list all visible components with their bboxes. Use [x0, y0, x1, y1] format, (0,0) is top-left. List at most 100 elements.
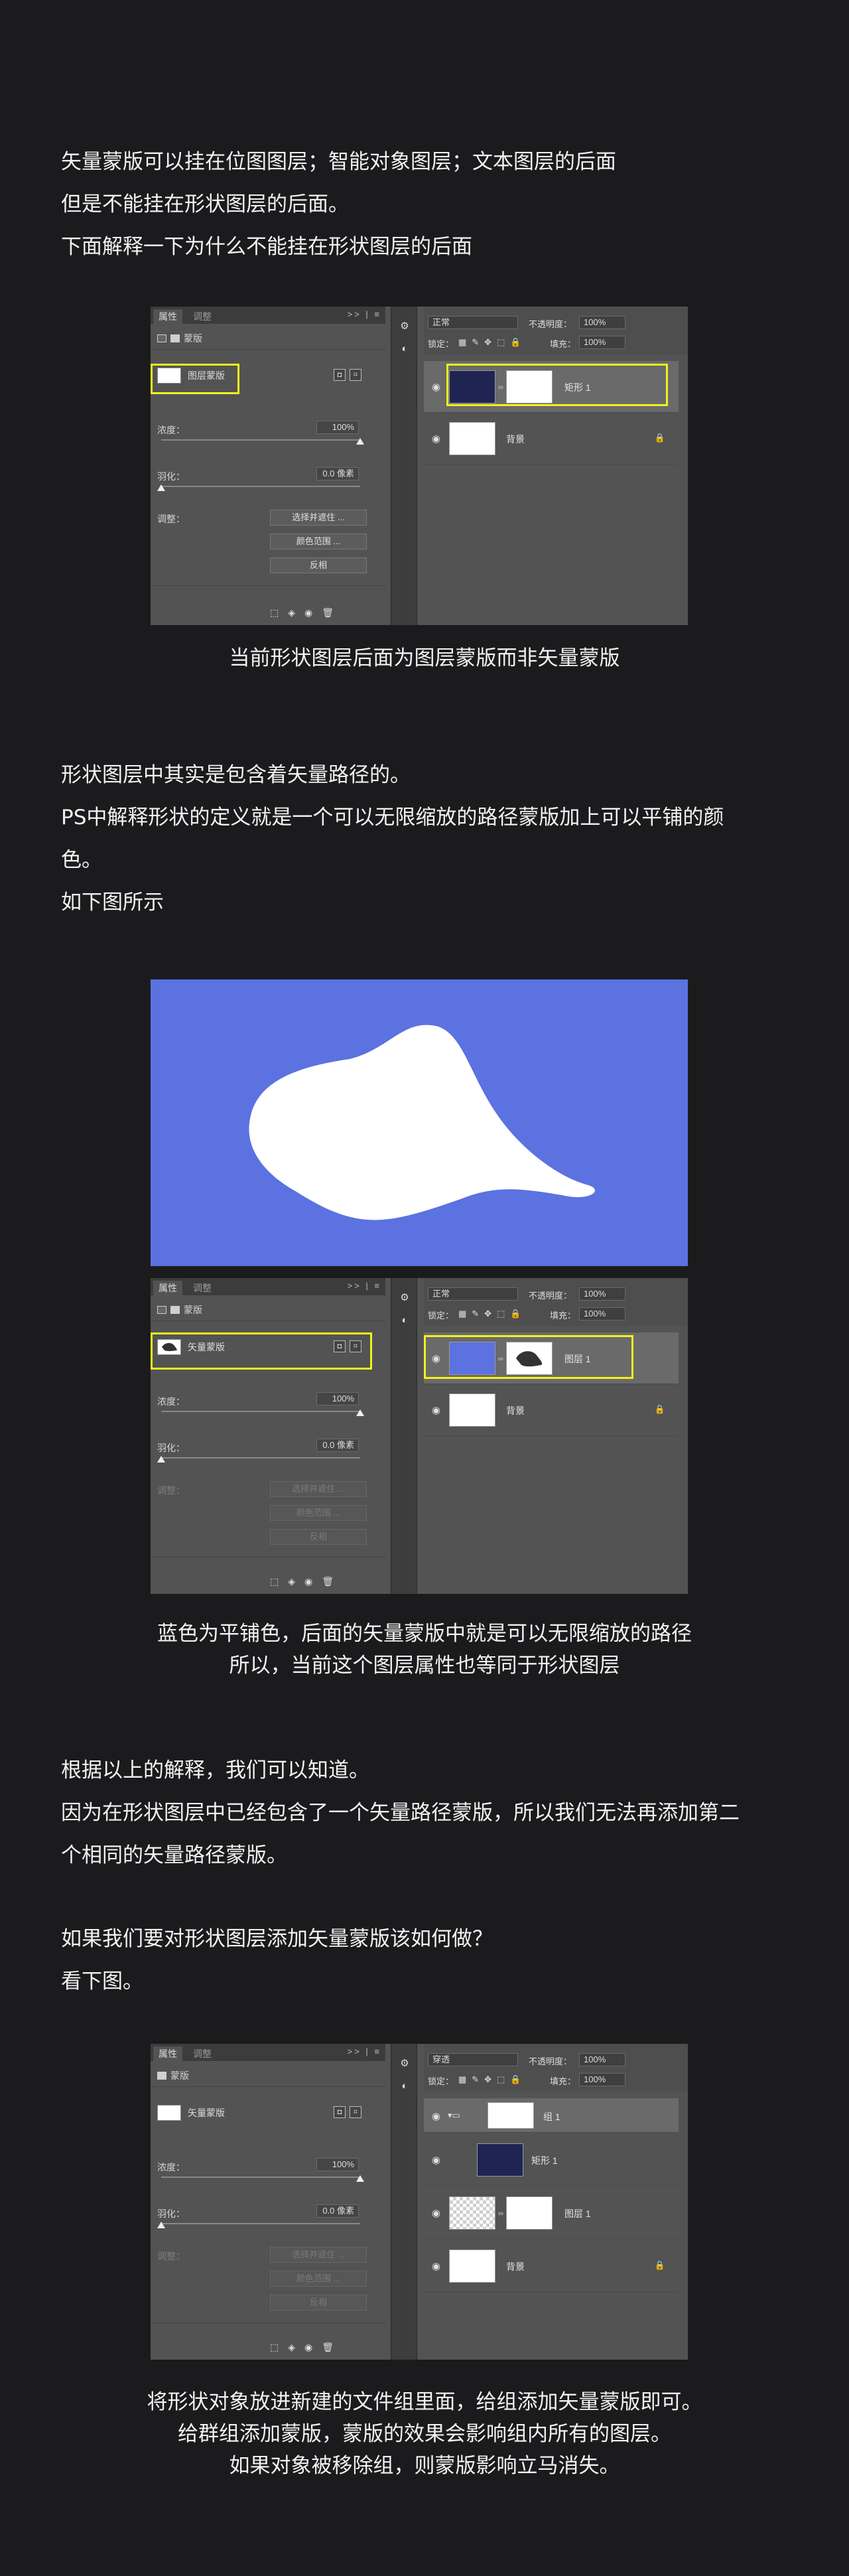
highlight-box	[424, 1335, 633, 1379]
density-slider-knob[interactable]	[356, 438, 364, 445]
link-icon[interactable]: ∞	[498, 2210, 503, 2218]
eye-icon[interactable]: ◉	[432, 2260, 440, 2272]
load-selection-icon[interactable]: ⬚	[270, 607, 279, 618]
tab-properties[interactable]: 属性	[153, 309, 182, 324]
feather-input[interactable]: 0.0 像素	[316, 1439, 359, 1452]
opacity-input[interactable]: 100%	[579, 2053, 625, 2066]
lock-label: 锁定：	[428, 2076, 454, 2086]
lock-icons[interactable]: ▦✎✥⬚🔒	[458, 337, 527, 348]
vector-mask-thumbnail[interactable]	[506, 2196, 553, 2230]
select-and-mask-button[interactable]: 选择并遮住 ...	[270, 510, 367, 526]
load-selection-icon[interactable]: ⬚	[270, 1576, 279, 1587]
eye-icon[interactable]: ◉	[432, 433, 440, 445]
feather-slider-knob[interactable]	[157, 1456, 165, 1463]
layer-row-background[interactable]: ◉ 背景 🔒	[424, 1384, 679, 1436]
eye-icon[interactable]: ◉	[432, 2154, 440, 2166]
caption-line: 蓝色为平铺色，后面的矢量蒙版中就是可以无限缩放的路径	[157, 1622, 692, 1646]
tab-adjustments[interactable]: 调整	[188, 309, 217, 324]
feather-input[interactable]: 0.0 像素	[316, 2204, 359, 2218]
density-input[interactable]: 100%	[316, 1392, 359, 1405]
feather-slider-knob[interactable]	[157, 484, 165, 491]
feather-slider[interactable]	[161, 1457, 360, 1459]
caption-line: 如果对象被移除组，则蒙版影响立马消失。	[229, 2454, 620, 2478]
layer-row-shape[interactable]: ◉ 矩形 1	[424, 2134, 679, 2186]
delete-icon[interactable]: 🗑	[322, 607, 334, 618]
eye-icon[interactable]: ◉	[432, 2110, 440, 2122]
panel-menu-icon[interactable]: >> | ≡	[348, 1281, 381, 1291]
invert-button[interactable]: 反相	[270, 557, 367, 573]
layer-row-background[interactable]: ◉ 背景 🔒	[424, 413, 679, 465]
add-pixel-mask-icon[interactable]: ◘	[334, 2106, 346, 2118]
color-range-button[interactable]: 颜色范围 ...	[270, 534, 367, 549]
eye-icon[interactable]: ◉	[432, 1404, 440, 1416]
visibility-icon[interactable]: ◉	[304, 1576, 312, 1587]
density-input[interactable]: 100%	[316, 2158, 359, 2171]
feather-slider[interactable]	[161, 2223, 360, 2224]
density-slider-knob[interactable]	[356, 2175, 364, 2182]
tab-properties[interactable]: 属性	[153, 2046, 182, 2061]
opacity-input[interactable]: 100%	[579, 316, 625, 329]
adjustments-dock-icon[interactable]: ◐	[397, 1313, 413, 1328]
density-input[interactable]: 100%	[316, 421, 359, 434]
group-vector-mask-thumbnail[interactable]	[488, 2102, 534, 2129]
panel-menu-icon[interactable]: >> | ≡	[348, 309, 381, 319]
properties-dock-icon[interactable]: ⚙	[397, 1290, 413, 1306]
tab-adjustments[interactable]: 调整	[188, 1281, 217, 1295]
blend-mode-select[interactable]: 正常	[428, 316, 518, 329]
lock-icons[interactable]: ▦✎✥⬚🔒	[458, 1309, 527, 1319]
blend-mode-select[interactable]: 穿透	[428, 2053, 518, 2066]
lock-icon: 🔒	[654, 1404, 665, 1414]
fill-input[interactable]: 100%	[579, 1307, 625, 1321]
fill-label: 填充：	[550, 2076, 576, 2086]
blend-mode-select[interactable]: 正常	[428, 1287, 518, 1301]
transparent-thumbnail	[449, 2196, 495, 2230]
lock-icons[interactable]: ▦✎✥⬚🔒	[458, 2074, 527, 2085]
adjustments-dock-icon[interactable]: ◐	[397, 2078, 413, 2094]
vector-mask-icon[interactable]	[157, 2072, 166, 2080]
intro-text: 矢量蒙版可以挂在位图图层；智能对象图层；文本图层的后面 但是不能挂在形状图层的后…	[61, 141, 791, 268]
fill-input[interactable]: 100%	[579, 336, 625, 349]
delete-icon[interactable]: 🗑	[322, 2342, 334, 2353]
lock-label: 锁定：	[428, 339, 454, 349]
eye-icon[interactable]: ◉	[432, 381, 440, 393]
visibility-icon[interactable]: ◉	[304, 2342, 312, 2353]
properties-panel: 属性 调整 >> | ≡ 蒙版 矢量蒙版 ◘ ⌗ 浓度： 100% 羽化： 0.…	[151, 1278, 385, 1594]
density-slider[interactable]	[161, 2177, 360, 2178]
delete-icon[interactable]: 🗑	[322, 1576, 334, 1587]
feather-slider-knob[interactable]	[157, 2222, 165, 2228]
feather-input[interactable]: 0.0 像素	[316, 467, 359, 480]
adjustments-dock-icon[interactable]: ◐	[397, 341, 413, 357]
density-slider[interactable]	[161, 1411, 360, 1412]
mask-type-label: 矢量蒙版	[188, 2108, 225, 2118]
visibility-icon[interactable]: ◉	[304, 607, 312, 618]
eye-icon[interactable]: ◉	[432, 2207, 440, 2219]
layer-row-group[interactable]: ◉ ▾▭ 组 1	[424, 2098, 679, 2133]
load-selection-icon[interactable]: ⬚	[270, 2342, 279, 2353]
layer-mask-icon[interactable]	[170, 334, 180, 342]
density-label: 浓度：	[157, 2162, 185, 2173]
pixel-mask-icon[interactable]	[157, 1306, 166, 1314]
opacity-label: 不透明度：	[529, 2056, 572, 2066]
apply-mask-icon[interactable]: ◈	[288, 607, 295, 618]
add-vector-mask-icon[interactable]: ⌗	[350, 2106, 361, 2118]
properties-dock-icon[interactable]: ⚙	[397, 2056, 413, 2072]
apply-mask-icon[interactable]: ◈	[288, 1576, 295, 1587]
density-label: 浓度：	[157, 1396, 185, 1407]
tab-adjustments[interactable]: 调整	[188, 2046, 217, 2061]
feather-slider[interactable]	[161, 486, 360, 487]
density-slider[interactable]	[161, 439, 360, 441]
mask-mode-row: 蒙版	[157, 1303, 202, 1317]
vector-mask-icon[interactable]	[170, 1306, 180, 1314]
panel-menu-icon[interactable]: >> | ≡	[348, 2046, 381, 2056]
tab-properties[interactable]: 属性	[153, 1281, 182, 1295]
add-pixel-mask-icon[interactable]: ◘	[334, 369, 346, 381]
pixel-mask-icon[interactable]	[157, 334, 166, 342]
add-vector-mask-icon[interactable]: ⌗	[350, 369, 361, 381]
opacity-input[interactable]: 100%	[579, 1287, 625, 1301]
density-slider-knob[interactable]	[356, 1409, 364, 1416]
properties-dock-icon[interactable]: ⚙	[397, 319, 413, 334]
layer-row-pixel[interactable]: ◉ ∞ 图层 1	[424, 2187, 679, 2239]
fill-input[interactable]: 100%	[579, 2073, 625, 2086]
apply-mask-icon[interactable]: ◈	[288, 2342, 295, 2353]
layer-row-background[interactable]: ◉ 背景 🔒	[424, 2240, 679, 2292]
